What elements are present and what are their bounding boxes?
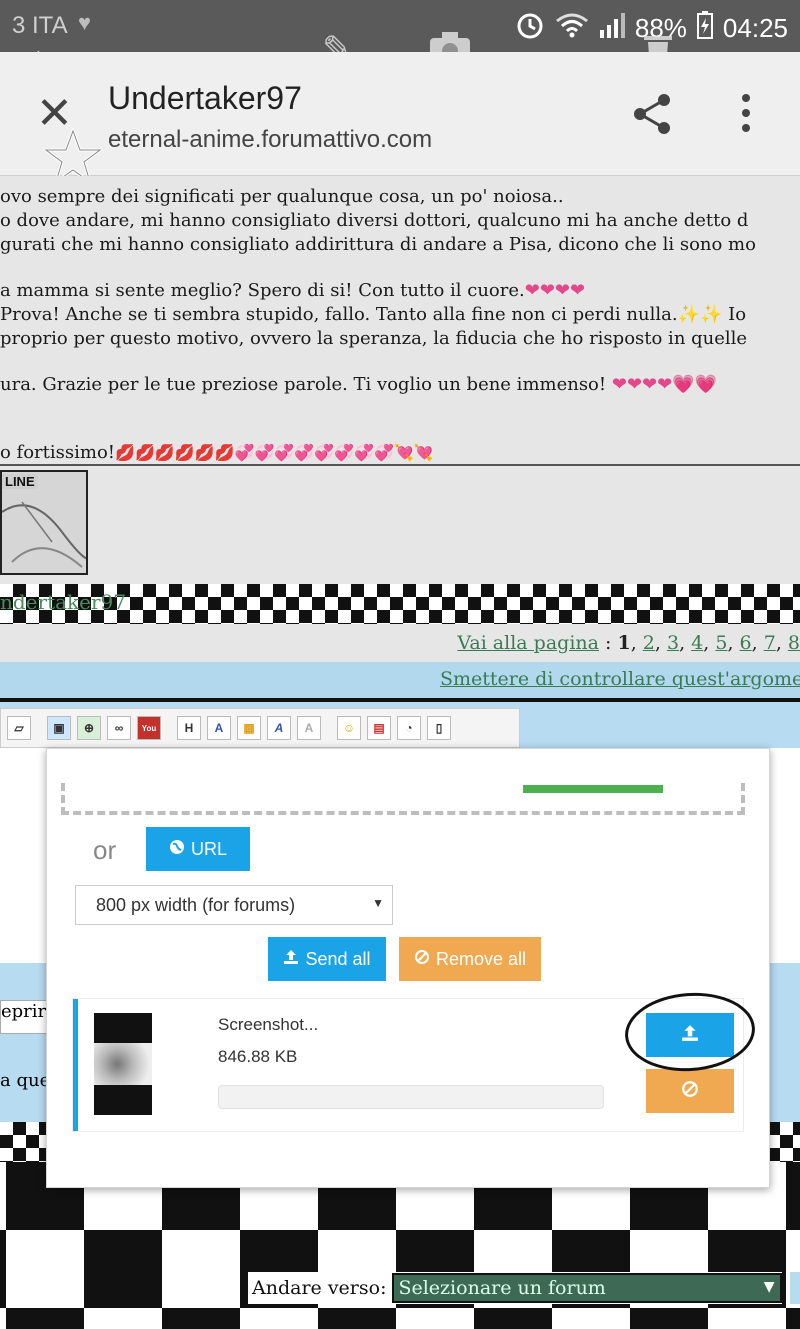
preview-button-fragment[interactable]: eprir (0, 1000, 48, 1034)
status-bar: 3 ITA ♥ 88% 04:25 (0, 0, 800, 52)
youtube-icon[interactable]: You (137, 716, 161, 740)
hearts-emoji: ❤❤❤❤💗💗 (611, 374, 718, 395)
font-size-icon[interactable]: A (267, 716, 291, 740)
post-line: Prova! Anche se ti sembra stupido, fallo… (0, 304, 746, 325)
signature-banner: ndertaker97 (0, 584, 800, 624)
sparkle-emoji: ✨✨ (677, 304, 723, 325)
image-upload-dialog: or URL 800 px width (for forums) ▼ Send … (46, 748, 770, 1188)
alarm-icon (515, 10, 545, 47)
post-line: o dove andare, mi hanno consigliato dive… (0, 210, 749, 231)
remove-all-label: Remove all (435, 948, 527, 969)
share-icon[interactable] (630, 92, 674, 141)
page-link[interactable]: 6 (740, 632, 752, 654)
text-fragment: a que (0, 1070, 51, 1091)
edit-mode-icon[interactable]: ▱ (7, 716, 31, 740)
editor-toolbar: ▱ ▣ ⊕ ∞ You H A ▦ A A ☺ ▤ ◔ ▯ (0, 708, 520, 748)
pagination: Vai alla pagina : 1, 2, 3, 4, 5, 6, 7, 8 (457, 632, 800, 654)
upload-icon (283, 949, 299, 970)
signal-icon (599, 12, 625, 45)
file-size: 846.88 KB (218, 1047, 298, 1066)
post-line: ovo sempre dei significati per qualunque… (0, 186, 564, 207)
post-line: a mamma si sente meglio? Spero di si! Co… (0, 280, 585, 301)
wifi-icon (555, 11, 589, 46)
screen: 3 ITA ♥ 88% 04:25 ← ✎ ✕ Undertaker97 ete… (0, 0, 800, 1329)
stop-watching-link[interactable]: Smettere di controllare quest'argome (440, 668, 800, 690)
page-link[interactable]: 3 (667, 632, 679, 654)
image-upload-icon[interactable]: ⊕ (77, 716, 101, 740)
chart-icon[interactable]: ◔ (397, 716, 421, 740)
pagination-label-link[interactable]: Vai alla pagina (457, 632, 599, 654)
file-progress-bar (218, 1085, 604, 1109)
smiley-icon[interactable]: ☺ (337, 716, 361, 740)
clear-format-icon[interactable]: A (297, 716, 321, 740)
post-line: ura. Grazie per le tue preziose parole. … (0, 374, 717, 395)
link-icon[interactable]: ∞ (107, 716, 131, 740)
post-line-text: ura. Grazie per le tue preziose parole. … (0, 374, 607, 395)
page-link[interactable]: 5 (715, 632, 727, 654)
file-thumbnail (94, 1013, 152, 1115)
resize-select-value: 800 px width (for forums) (96, 894, 296, 915)
chevron-down-icon: ▼ (763, 1279, 775, 1295)
ban-icon (681, 1080, 699, 1103)
post-line-text: a mamma si sente meglio? Spero di si! Co… (0, 280, 525, 301)
url-button[interactable]: URL (146, 827, 250, 871)
or-label: or (93, 835, 117, 865)
online-badge: LINE (2, 474, 38, 489)
heart-icon: ♥ (78, 10, 92, 35)
post-line: gurati che mi hanno consigliato addiritt… (0, 234, 756, 255)
file-name: Screenshot... (218, 1015, 319, 1034)
page-link[interactable]: 4 (691, 632, 703, 654)
kiss-emoji: 💋💋💋💋💋💋💞💞💞💞💞💞💞💞💘💘 (115, 443, 434, 462)
forum-post: ovo sempre dei significati per qualunque… (0, 176, 800, 466)
calendar-icon[interactable]: ▤ (367, 716, 391, 740)
page-link[interactable]: 2 (643, 632, 655, 654)
post-line: proprio per questo motivo, ovvero la spe… (0, 328, 748, 349)
url-button-label: URL (190, 838, 227, 859)
post-line-tail: Io (728, 304, 747, 325)
overflow-menu-icon[interactable] (742, 94, 754, 139)
battery-charging-icon (696, 11, 713, 46)
forum-select-value: Selezionare un forum (398, 1277, 606, 1299)
page-icon[interactable]: ▯ (427, 716, 451, 740)
signature-username: ndertaker97 (0, 590, 127, 614)
page-url: eternal-anime.forumattivo.com (108, 126, 433, 153)
post-divider (0, 464, 800, 466)
jump-label: Andare verso: (252, 1277, 387, 1299)
forum-select[interactable]: Selezionare un forum ▼ (392, 1273, 783, 1303)
chevron-down-icon: ▼ (372, 896, 384, 910)
resize-select[interactable]: 800 px width (for forums) ▼ (75, 885, 393, 925)
clock-time: 04:25 (722, 13, 788, 43)
post-line-text: Prova! Anche se ti sembra stupido, fallo… (0, 304, 678, 325)
watch-bar: Smettere di controllare quest'argome (0, 662, 800, 698)
ban-icon (414, 949, 430, 970)
color-palette-icon[interactable]: ▦ (237, 716, 261, 740)
jump-to-forum: Andare verso: Selezionare un forum ▼ (248, 1272, 783, 1304)
heading-icon[interactable]: H (177, 716, 201, 740)
avatar[interactable]: LINE (0, 470, 88, 575)
browser-header: ✕ Undertaker97 eternal-anime.forumattivo… (0, 52, 800, 176)
cancel-file-button[interactable] (646, 1069, 734, 1113)
page-title: Undertaker97 (108, 80, 302, 116)
page-link[interactable]: 8 (788, 632, 800, 654)
globe-icon (169, 839, 185, 860)
send-all-label: Send all (305, 948, 371, 969)
hearts-emoji: ❤❤❤❤ (524, 280, 586, 301)
go-button-fragment[interactable] (790, 1272, 800, 1304)
pagination-colon: : (598, 632, 618, 654)
post-line-text: o fortissimo! (0, 442, 116, 463)
page-link[interactable]: 7 (764, 632, 776, 654)
send-all-button[interactable]: Send all (268, 937, 386, 981)
upload-progress-bar (523, 785, 663, 793)
post-line: o fortissimo!💋💋💋💋💋💋💞💞💞💞💞💞💞💞💘💘 (0, 442, 434, 463)
image-icon[interactable]: ▣ (47, 716, 71, 740)
current-page: 1 (617, 632, 631, 654)
font-icon[interactable]: A (207, 716, 231, 740)
remove-all-button[interactable]: Remove all (399, 937, 541, 981)
